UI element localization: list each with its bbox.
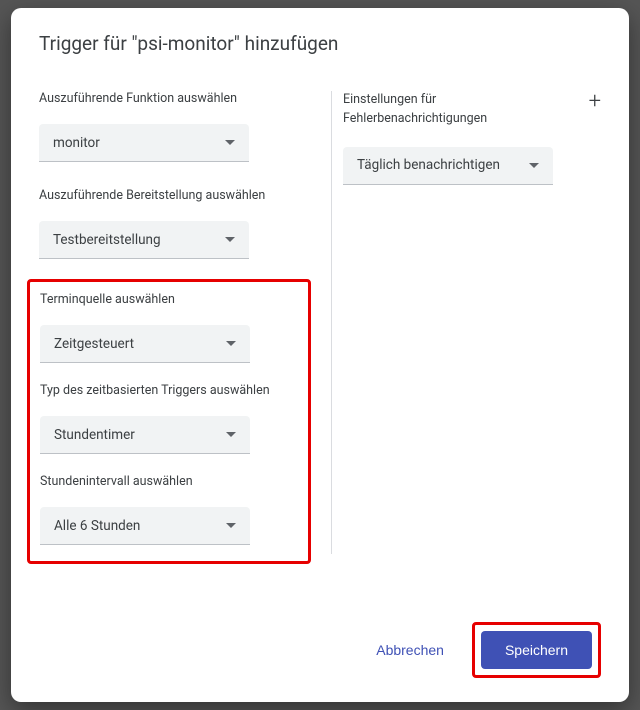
chevron-down-icon [225,237,235,242]
source-label: Terminquelle auswählen [40,292,294,307]
modal-title: Trigger für "psi-monitor" hinzufügen [39,32,601,55]
chevron-down-icon [529,163,539,168]
function-select[interactable]: monitor [39,124,249,162]
modal-columns: Auszuführende Funktion auswählen monitor… [39,91,601,614]
chevron-down-icon [225,140,235,145]
trigger-type-label: Typ des zeitbasierten Triggers auswählen [40,383,294,398]
trigger-type-group: Typ des zeitbasierten Triggers auswählen… [40,383,294,454]
source-select[interactable]: Zeitgesteuert [40,325,250,363]
source-value: Zeitgesteuert [54,336,134,352]
modal-footer: Abbrechen Speichern [39,622,601,678]
deployment-group: Auszuführende Bereitstellung auswählen T… [39,188,319,259]
chevron-down-icon [226,523,236,528]
deployment-value: Testbereitstellung [53,232,161,248]
chevron-down-icon [226,432,236,437]
interval-select[interactable]: Alle 6 Stunden [40,507,250,545]
column-right: Einstellungen für Fehlerbenachrichtigung… [343,91,601,614]
plus-icon[interactable]: + [589,91,601,113]
deployment-select[interactable]: Testbereitstellung [39,221,249,259]
column-divider [331,91,332,554]
interval-value: Alle 6 Stunden [54,518,140,534]
function-group: Auszuführende Funktion auswählen monitor [39,91,319,162]
notify-label: Einstellungen für Fehlerbenachrichtigung… [343,91,503,129]
trigger-type-select[interactable]: Stundentimer [40,416,250,454]
highlight-box-time-settings: Terminquelle auswählen Zeitgesteuert Typ… [27,279,311,564]
column-left: Auszuführende Funktion auswählen monitor… [39,91,319,614]
notify-value: Täglich benachrichtigen [357,157,500,173]
interval-label: Stundenintervall auswählen [40,474,294,489]
cancel-button[interactable]: Abbrechen [360,632,460,668]
chevron-down-icon [226,341,236,346]
function-value: monitor [53,135,100,151]
notify-header: Einstellungen für Fehlerbenachrichtigung… [343,91,601,129]
source-group: Terminquelle auswählen Zeitgesteuert [40,292,294,363]
save-button[interactable]: Speichern [481,631,592,669]
function-label: Auszuführende Funktion auswählen [39,91,319,106]
notify-select[interactable]: Täglich benachrichtigen [343,147,553,185]
trigger-type-value: Stundentimer [54,427,135,443]
interval-group: Stundenintervall auswählen Alle 6 Stunde… [40,474,294,545]
deployment-label: Auszuführende Bereitstellung auswählen [39,188,319,203]
highlight-box-save: Speichern [472,622,601,678]
add-trigger-modal: Trigger für "psi-monitor" hinzufügen Aus… [11,8,629,702]
